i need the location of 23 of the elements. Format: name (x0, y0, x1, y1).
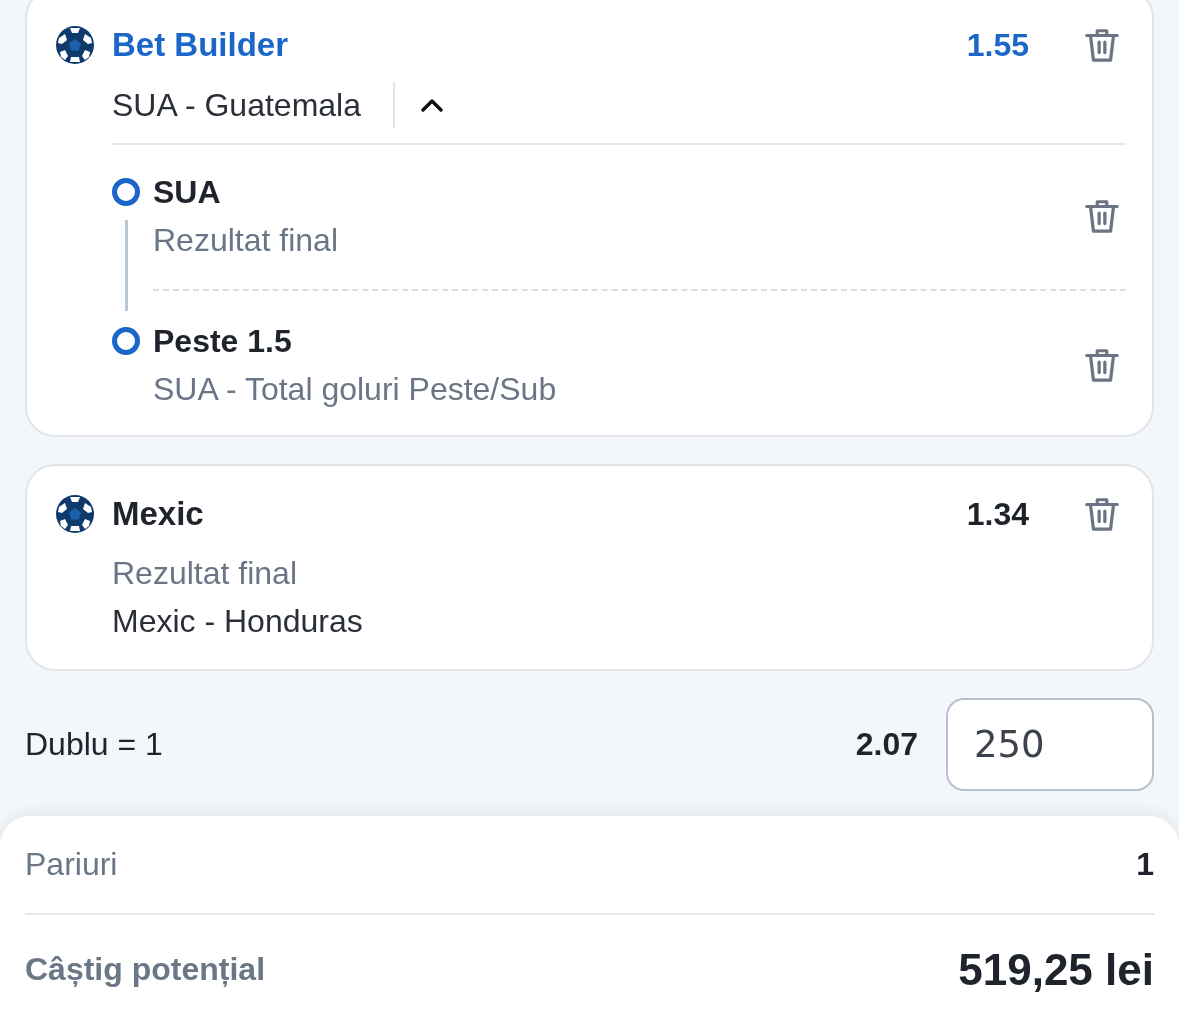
odds-value: 1.55 (966, 26, 1029, 65)
circle-icon (111, 177, 141, 207)
soccer-ball-icon (55, 494, 95, 534)
market-name: SUA - Total goluri Peste/Sub (153, 370, 557, 409)
market-name: Rezultat final (153, 221, 338, 260)
selection-title: Mexic (112, 494, 204, 534)
stake-field[interactable]: 250 (946, 698, 1154, 791)
market-name: Rezultat final (112, 554, 297, 593)
summary-value: 519,25 lei (958, 944, 1154, 995)
soccer-ball-icon (55, 25, 95, 65)
match-name: SUA - Guatemala (112, 86, 361, 124)
chevron-up-icon[interactable] (421, 98, 443, 112)
match-name: Mexic - Honduras (112, 602, 363, 641)
summary-label: Pariuri (25, 846, 118, 883)
bet-type-label: Dublu = 1 (25, 726, 163, 763)
circle-icon (111, 326, 141, 356)
odds-value: 1.34 (966, 495, 1029, 534)
selection-pick: SUA (153, 173, 221, 212)
total-odds: 2.07 (855, 726, 918, 763)
summary-value: 1 (1136, 846, 1154, 883)
selection-pick: Peste 1.5 (153, 322, 292, 361)
summary-label: Câștig potențial (25, 951, 265, 988)
selection-title: Bet Builder (112, 25, 289, 65)
